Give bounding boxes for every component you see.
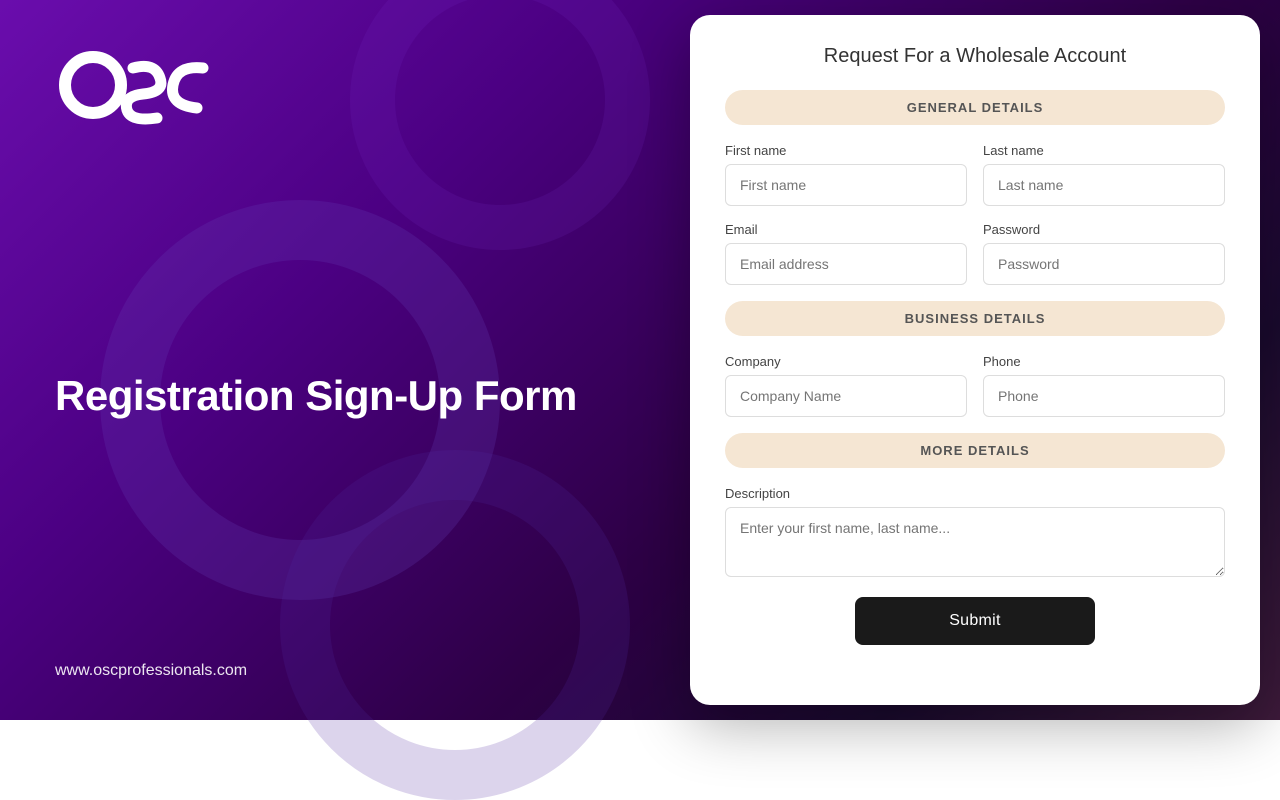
page-title: Registration Sign-Up Form bbox=[55, 371, 577, 421]
more-details-section: MORE DETAILS Description bbox=[725, 433, 1225, 577]
company-phone-row: Company Phone bbox=[725, 354, 1225, 417]
business-details-section: BUSINESS DETAILS Company Phone bbox=[725, 301, 1225, 417]
email-password-row: Email Password bbox=[725, 222, 1225, 285]
submit-button[interactable]: Submit bbox=[855, 597, 1095, 645]
company-label: Company bbox=[725, 354, 967, 369]
first-name-label: First name bbox=[725, 143, 967, 158]
registration-form-panel: Request For a Wholesale Account GENERAL … bbox=[690, 15, 1260, 705]
last-name-input[interactable] bbox=[983, 164, 1225, 206]
phone-label: Phone bbox=[983, 354, 1225, 369]
phone-input[interactable] bbox=[983, 375, 1225, 417]
description-input[interactable] bbox=[725, 507, 1225, 577]
description-group: Description bbox=[725, 486, 1225, 577]
left-content: Registration Sign-Up Form bbox=[55, 130, 630, 662]
email-group: Email bbox=[725, 222, 967, 285]
name-row: First name Last name bbox=[725, 143, 1225, 206]
general-details-header: GENERAL DETAILS bbox=[725, 90, 1225, 125]
email-label: Email bbox=[725, 222, 967, 237]
password-input[interactable] bbox=[983, 243, 1225, 285]
description-label: Description bbox=[725, 486, 1225, 501]
phone-group: Phone bbox=[983, 354, 1225, 417]
logo-svg bbox=[55, 40, 215, 130]
last-name-label: Last name bbox=[983, 143, 1225, 158]
more-details-header: MORE DETAILS bbox=[725, 433, 1225, 468]
password-label: Password bbox=[983, 222, 1225, 237]
left-panel: Registration Sign-Up Form www.oscprofess… bbox=[0, 0, 680, 720]
website-url: www.oscprofessionals.com bbox=[55, 662, 630, 680]
business-details-header: BUSINESS DETAILS bbox=[725, 301, 1225, 336]
last-name-group: Last name bbox=[983, 143, 1225, 206]
company-group: Company bbox=[725, 354, 967, 417]
general-details-section: GENERAL DETAILS First name Last name Ema… bbox=[725, 90, 1225, 285]
company-input[interactable] bbox=[725, 375, 967, 417]
email-input[interactable] bbox=[725, 243, 967, 285]
password-group: Password bbox=[983, 222, 1225, 285]
logo bbox=[55, 40, 630, 130]
form-title: Request For a Wholesale Account bbox=[725, 45, 1225, 68]
first-name-group: First name bbox=[725, 143, 967, 206]
first-name-input[interactable] bbox=[725, 164, 967, 206]
